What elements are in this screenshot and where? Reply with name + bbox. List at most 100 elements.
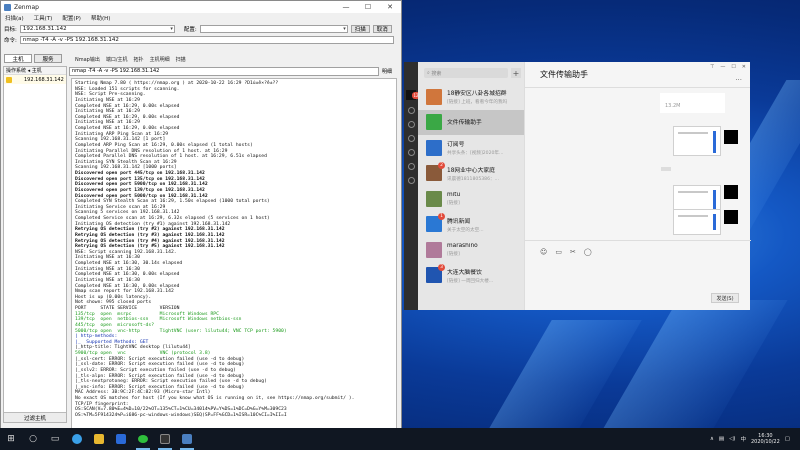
chat-preview: [链接] <box>447 200 460 206</box>
menu-tools[interactable]: 工具(T) <box>34 14 53 22</box>
unread-badge: 2 <box>438 162 445 170</box>
tab-scans[interactable]: 扫描 <box>176 56 186 63</box>
wechat-taskbar-icon[interactable] <box>132 428 154 450</box>
chat-list-item[interactable]: marashino [链接] <box>418 237 524 263</box>
search-input[interactable]: ⌕ 搜索 <box>424 68 508 78</box>
send-button[interactable]: 发送(S) <box>711 293 739 303</box>
taskbar: ⊞ ○ ▭ ∧ ▤ ◁) 中 16:30 2020/10/22 ▢ <box>0 428 800 450</box>
profile-field[interactable]: ▾ <box>199 24 348 33</box>
avatar <box>426 88 442 105</box>
chat-name: marashino <box>447 242 478 249</box>
task-view-icon[interactable]: ▭ <box>44 428 66 450</box>
tab-host-details[interactable]: 主机明细 <box>150 56 170 63</box>
avatar <box>426 241 442 258</box>
chat-name: 腾讯新闻 <box>447 218 471 225</box>
minimize-button[interactable]: — <box>335 3 357 11</box>
os-host-header[interactable]: 操作系统 ◂ 主机 <box>4 67 66 75</box>
tab-hosts[interactable]: 主机 <box>4 54 32 63</box>
menu-scan[interactable]: 扫描(a) <box>5 14 24 22</box>
avatar <box>724 130 738 144</box>
maximize-button[interactable]: ☐ <box>731 64 735 70</box>
store-icon[interactable] <box>110 428 132 450</box>
chat-list-item[interactable]: 18静安区八卦各城招群 [链接] 上班，看看今年的我吗 <box>418 84 524 110</box>
miniprogram-icon[interactable] <box>407 177 415 184</box>
chat-name: mitu <box>447 191 461 198</box>
menu-help[interactable]: 帮助(H) <box>91 14 110 22</box>
cancel-button[interactable]: 取消 <box>372 24 392 33</box>
chat-title: 文件传输助手 <box>540 70 588 79</box>
moments-icon[interactable] <box>407 163 415 170</box>
command-row: 命令: nmap -T4 -A -v -PS 192.168.31.142 <box>1 34 401 45</box>
close-button[interactable]: ✕ <box>379 3 401 11</box>
target-row: 目标: 192.168.31.142 ▾ 配置: ▾ 扫描 取消 <box>1 23 401 34</box>
scissors-icon[interactable]: ✂ <box>570 248 576 256</box>
file-explorer-icon[interactable] <box>88 428 110 450</box>
minimize-button[interactable]: — <box>720 64 725 70</box>
close-button[interactable]: ✕ <box>742 64 746 70</box>
windows-start-icon[interactable]: ⊞ <box>0 428 22 450</box>
chat-preview: [链接] 上班，看看今年的我吗 <box>447 100 508 106</box>
add-button[interactable]: + <box>511 68 521 78</box>
image-message[interactable] <box>673 126 721 156</box>
target-field[interactable]: 192.168.31.142 ▾ <box>19 24 175 33</box>
chat-history-icon[interactable]: ◯ <box>584 248 592 256</box>
host-row[interactable]: 192.168.31.142 <box>4 75 66 84</box>
edge-icon[interactable] <box>66 428 88 450</box>
tabs-row: 主机 服务 Nmap输出 端口/主机 拓扑 主机明细 扫描 <box>1 54 401 64</box>
chat-list-item[interactable]: 订阅号 共享头条：[视频]2020年... <box>418 135 524 161</box>
wechat-sidebar: 12 <box>404 62 420 310</box>
tab-services[interactable]: 服务 <box>34 54 62 63</box>
command-field[interactable]: nmap -T4 -A -v -PS 192.168.31.142 <box>19 35 394 44</box>
host-list-pane: 操作系统 ◂ 主机 192.168.31.142 过滤主机 <box>3 66 67 423</box>
image-message[interactable] <box>673 209 721 235</box>
chat-name: 大连大脑餐饮 <box>447 269 482 276</box>
maximize-button[interactable]: ☐ <box>357 3 379 11</box>
terminal-icon[interactable] <box>154 428 176 450</box>
tab-nmap-output[interactable]: Nmap输出 <box>75 56 100 63</box>
folder-icon[interactable]: ▭ <box>555 248 562 256</box>
chat-icon[interactable] <box>407 107 415 114</box>
chat-list-item[interactable]: mitu [链接] <box>418 186 524 212</box>
files-icon[interactable] <box>407 149 415 156</box>
search-icon[interactable]: ○ <box>22 428 44 450</box>
message-input[interactable]: ☺ ▭ ✂ ◯ 发送(S) <box>525 240 751 310</box>
output-command-select[interactable]: nmap -T4 -A -v -PS 192.168.31.142 <box>69 66 379 76</box>
filter-hosts-button[interactable]: 过滤主机 <box>4 412 66 422</box>
zenmap-taskbar-icon[interactable] <box>176 428 198 450</box>
zenmap-titlebar[interactable]: Zenmap — ☐ ✕ <box>1 1 401 13</box>
network-icon[interactable]: ▤ <box>719 436 724 442</box>
tray-chevron-icon[interactable]: ∧ <box>710 436 714 442</box>
chat-name: 文件传输助手 <box>447 119 482 126</box>
menu-profile[interactable]: 配置(P) <box>62 14 81 22</box>
avatar <box>724 210 738 224</box>
chat-list-item[interactable]: 2 18网业中心大家庭 讯晨德1811805386：... <box>418 161 524 187</box>
chat-list-item[interactable]: 1 腾讯新闻 关于太空的太空... <box>418 212 524 238</box>
tab-topology[interactable]: 拓扑 <box>134 56 144 63</box>
timestamp-tag <box>661 167 671 171</box>
unread-badge: 1 <box>438 213 445 221</box>
notification-icon[interactable]: ▢ <box>785 436 790 442</box>
chat-list-item[interactable]: 文件传输助手 <box>418 109 524 135</box>
host-address: 192.168.31.142 <box>24 76 64 83</box>
clock[interactable]: 16:30 2020/10/22 <box>751 433 780 446</box>
contacts-icon[interactable] <box>407 121 415 128</box>
more-button[interactable]: ··· <box>735 76 742 84</box>
menu-bar: 扫描(a) 工具(T) 配置(P) 帮助(H) <box>1 13 401 23</box>
favorites-icon[interactable] <box>407 135 415 142</box>
file-message[interactable]: 13.2M <box>660 93 725 113</box>
details-button[interactable]: 明细 <box>382 68 392 75</box>
pin-icon[interactable]: ⊤ <box>710 64 714 70</box>
chat-preview: 共享头条：[视频]2020年... <box>447 151 504 157</box>
chevron-down-icon: ▾ <box>170 25 173 32</box>
volume-icon[interactable]: ◁) <box>729 436 735 442</box>
tab-ports-hosts[interactable]: 端口/主机 <box>106 56 128 63</box>
wechat-chat-window: 文件传输助手 ⊤ — ☐ ✕ ··· 13.2M ☺ ▭ ✂ ◯ 发送(S) <box>524 62 751 310</box>
wechat-chat-list: ⌕ 搜索 + 18静安区八卦各城招群 [链接] 上班，看看今年的我吗文件传输助手订… <box>418 62 524 310</box>
nmap-output-text[interactable]: Starting Nmap 7.80 ( https://nmap.org ) … <box>71 78 397 432</box>
scan-button[interactable]: 扫描 <box>350 24 370 33</box>
ime-icon[interactable]: 中 <box>740 435 746 443</box>
chat-list-item[interactable]: 3 大连大脑餐饮 [链接] 一周回归大楼... <box>418 263 524 289</box>
emoji-icon[interactable]: ☺ <box>540 248 547 256</box>
profile-label: 配置: <box>183 26 197 33</box>
zenmap-window: Zenmap — ☐ ✕ 扫描(a) 工具(T) 配置(P) 帮助(H) 目标:… <box>0 0 402 434</box>
